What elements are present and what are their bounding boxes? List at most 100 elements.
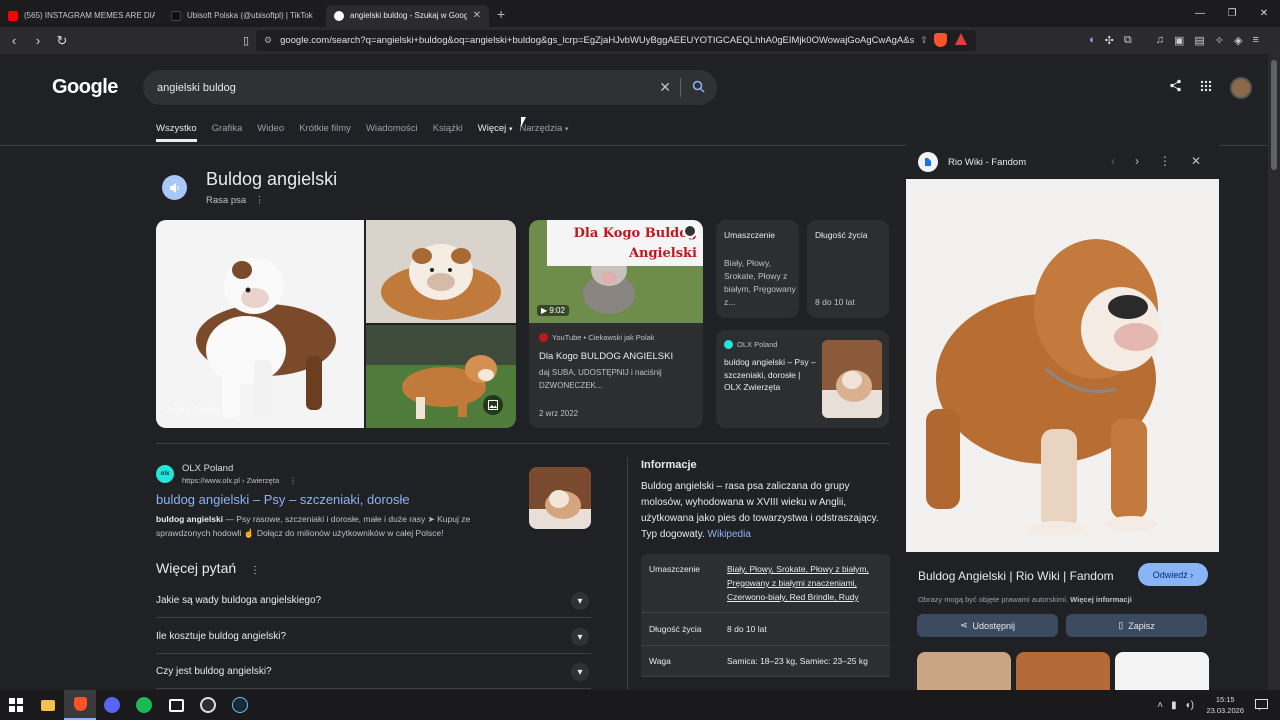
close-window-icon[interactable]: ✕ bbox=[1248, 0, 1280, 27]
tab-images[interactable]: Grafika bbox=[212, 123, 243, 142]
system-clock[interactable]: 15:15 23.03.2026 bbox=[1206, 694, 1244, 716]
side-panel-image[interactable] bbox=[906, 179, 1219, 552]
tab-shorts[interactable]: Krótkie filmy bbox=[299, 123, 351, 142]
gallery-icon[interactable] bbox=[483, 395, 503, 415]
scrollbar-thumb[interactable] bbox=[1271, 60, 1277, 170]
wikipedia-link[interactable]: Wikipedia bbox=[708, 529, 751, 540]
browser-tab-1[interactable]: (565) INSTAGRAM MEMES ARE DIABOLICAL bbox=[0, 5, 163, 27]
extensions-icon[interactable]: ✣ bbox=[1105, 34, 1114, 47]
chevron-up-icon[interactable]: ˄ bbox=[1157, 700, 1163, 711]
paa-question-text: Czy jest buldog angielski? bbox=[156, 665, 272, 677]
minimize-icon[interactable]: — bbox=[1184, 0, 1216, 27]
microphone-icon[interactable]: ▮ bbox=[1171, 700, 1177, 711]
share-url-icon[interactable]: ⇪ bbox=[920, 35, 928, 46]
more-options-icon[interactable]: ⋮ bbox=[1159, 154, 1171, 168]
brave-shields-icon[interactable] bbox=[934, 33, 947, 47]
dog-image-main[interactable] bbox=[156, 220, 364, 428]
card-life[interactable]: Długość życia 8 do 10 lat bbox=[807, 220, 889, 318]
save-button[interactable]: ▯ Zapisz bbox=[1066, 614, 1207, 637]
video-duration-text: 9:02 bbox=[549, 306, 565, 315]
video-thumbnail: Dla Kogo Buldog Angielski ▶ 9:02 bbox=[529, 220, 703, 323]
result-thumbnail[interactable] bbox=[529, 467, 591, 529]
file-explorer-icon[interactable] bbox=[32, 690, 64, 720]
more-options-icon[interactable]: ⋮ bbox=[289, 476, 297, 485]
side-panel-title[interactable]: Buldog Angielski | Rio Wiki | Fandom bbox=[918, 569, 1114, 583]
clear-icon[interactable]: ✕ bbox=[659, 79, 671, 96]
apps-grid-icon[interactable] bbox=[1200, 79, 1212, 97]
extension-icons: ◖ ✣ ⧉ ♫ ▣ ▤ ✧ ◈ ≡ bbox=[1088, 34, 1259, 47]
related-image[interactable] bbox=[917, 652, 1011, 690]
reload-icon[interactable]: ↻ bbox=[52, 33, 72, 49]
close-tab-icon[interactable]: ✕ bbox=[473, 10, 481, 21]
menu-icon[interactable]: ≡ bbox=[1252, 34, 1258, 47]
paa-question[interactable]: Czy jest buldog angielski? ▾ bbox=[156, 654, 591, 689]
close-icon[interactable]: ✕ bbox=[1191, 154, 1201, 168]
share-icon[interactable] bbox=[1169, 79, 1182, 97]
card-color-value: Biały, Płowy, Srokate, Płowy z białym, P… bbox=[724, 258, 796, 307]
address-bar[interactable]: ⚙ google.com/search?q=angielski+buldog&o… bbox=[256, 30, 976, 51]
wallet-icon[interactable]: ▤ bbox=[1194, 34, 1204, 47]
obs-icon[interactable] bbox=[192, 690, 224, 720]
fact-value-link[interactable]: Biały, Płowy, Srokate, Płowy z białym, P… bbox=[727, 562, 882, 604]
dog-image-lying[interactable] bbox=[366, 220, 516, 323]
video-card[interactable]: Dla Kogo Buldog Angielski ▶ 9:02 YouTube… bbox=[529, 220, 703, 428]
restore-icon[interactable]: ❐ bbox=[1216, 0, 1248, 27]
paa-question[interactable]: Jakie są wady buldoga angielskiego? ▾ bbox=[156, 583, 591, 618]
google-logo[interactable]: Google bbox=[52, 76, 118, 99]
video-date: 2 wrz 2022 bbox=[539, 409, 579, 418]
mouse-cursor-icon bbox=[521, 117, 531, 127]
back-icon[interactable]: ‹ bbox=[4, 33, 24, 48]
share-button[interactable]: ⋖ Udostępnij bbox=[917, 614, 1058, 637]
browser-tab-3[interactable]: angielski buldog - Szukaj w Google ✕ bbox=[326, 4, 489, 27]
side-panel-source[interactable]: Rio Wiki - Fandom bbox=[918, 152, 1026, 172]
avatar[interactable] bbox=[1230, 77, 1252, 99]
card-color[interactable]: Umaszczenie Biały, Płowy, Srokate, Płowy… bbox=[716, 220, 799, 318]
notification-icon[interactable] bbox=[1255, 698, 1268, 716]
sidebar-icon[interactable]: ▣ bbox=[1174, 34, 1184, 47]
pronunciation-speaker-icon[interactable] bbox=[162, 175, 187, 200]
more-info-link[interactable]: Więcej informacji bbox=[1070, 595, 1132, 604]
capcut-icon[interactable] bbox=[160, 690, 192, 720]
channel-badge-icon bbox=[683, 224, 697, 238]
tab-video[interactable]: Wideo bbox=[257, 123, 284, 142]
forward-icon[interactable]: › bbox=[28, 33, 48, 48]
music-icon[interactable]: ♫ bbox=[1156, 34, 1164, 47]
chevron-down-icon[interactable]: ▾ bbox=[571, 663, 589, 681]
tab-more[interactable]: Więcej ▾ bbox=[478, 123, 513, 142]
windows-start-icon[interactable] bbox=[0, 690, 32, 720]
search-icon[interactable] bbox=[692, 80, 705, 96]
related-image[interactable] bbox=[1016, 652, 1110, 690]
discord-icon[interactable] bbox=[96, 690, 128, 720]
bookmark-icon[interactable]: ▯ bbox=[236, 34, 256, 47]
tab-news[interactable]: Wiadomości bbox=[366, 123, 418, 142]
vpn-icon[interactable]: ◈ bbox=[1234, 34, 1242, 47]
card-olx[interactable]: OLX Poland buldog angielski – Psy – szcz… bbox=[716, 330, 889, 428]
result-url[interactable]: https://www.olx.pl › Zwierzęta ⋮ bbox=[182, 476, 297, 485]
audio-icon[interactable]: ◖ bbox=[1088, 34, 1095, 47]
search-input[interactable]: angielski buldog ✕ bbox=[143, 70, 717, 105]
steam-icon[interactable] bbox=[224, 690, 256, 720]
page-scrollbar[interactable] bbox=[1268, 54, 1280, 690]
more-options-icon[interactable]: ⋮ bbox=[255, 195, 265, 206]
tab-all[interactable]: Wszystko bbox=[156, 123, 197, 142]
chevron-down-icon[interactable]: ▾ bbox=[571, 628, 589, 646]
chevron-left-icon[interactable]: ‹ bbox=[1111, 154, 1115, 168]
leo-icon[interactable]: ✧ bbox=[1215, 34, 1224, 47]
brave-browser-icon[interactable] bbox=[64, 690, 96, 720]
volume-icon[interactable]: ◖) bbox=[1185, 700, 1194, 711]
visit-button[interactable]: Odwiedź › bbox=[1138, 563, 1208, 586]
new-tab-button[interactable]: + bbox=[497, 6, 505, 22]
brave-rewards-icon[interactable] bbox=[955, 33, 967, 45]
screenshot-icon[interactable]: ⧉ bbox=[1124, 34, 1132, 47]
paa-question[interactable]: Ile kosztuje buldog angielski? ▾ bbox=[156, 619, 591, 654]
site-info-icon[interactable]: ⚙ bbox=[264, 35, 272, 46]
related-image[interactable] bbox=[1115, 652, 1209, 690]
result-site[interactable]: OLX Poland bbox=[182, 463, 233, 474]
chevron-down-icon[interactable]: ▾ bbox=[571, 592, 589, 610]
spotify-icon[interactable] bbox=[128, 690, 160, 720]
tab-books[interactable]: Książki bbox=[433, 123, 463, 142]
chevron-right-icon[interactable]: › bbox=[1135, 154, 1139, 168]
browser-tab-2[interactable]: Ubisoft Polska (@ubisoftpl) | TikTok bbox=[163, 5, 326, 27]
more-options-icon[interactable]: ⋮ bbox=[250, 565, 260, 576]
result-title-link[interactable]: buldog angielski – Psy – szczeniaki, dor… bbox=[156, 492, 410, 507]
